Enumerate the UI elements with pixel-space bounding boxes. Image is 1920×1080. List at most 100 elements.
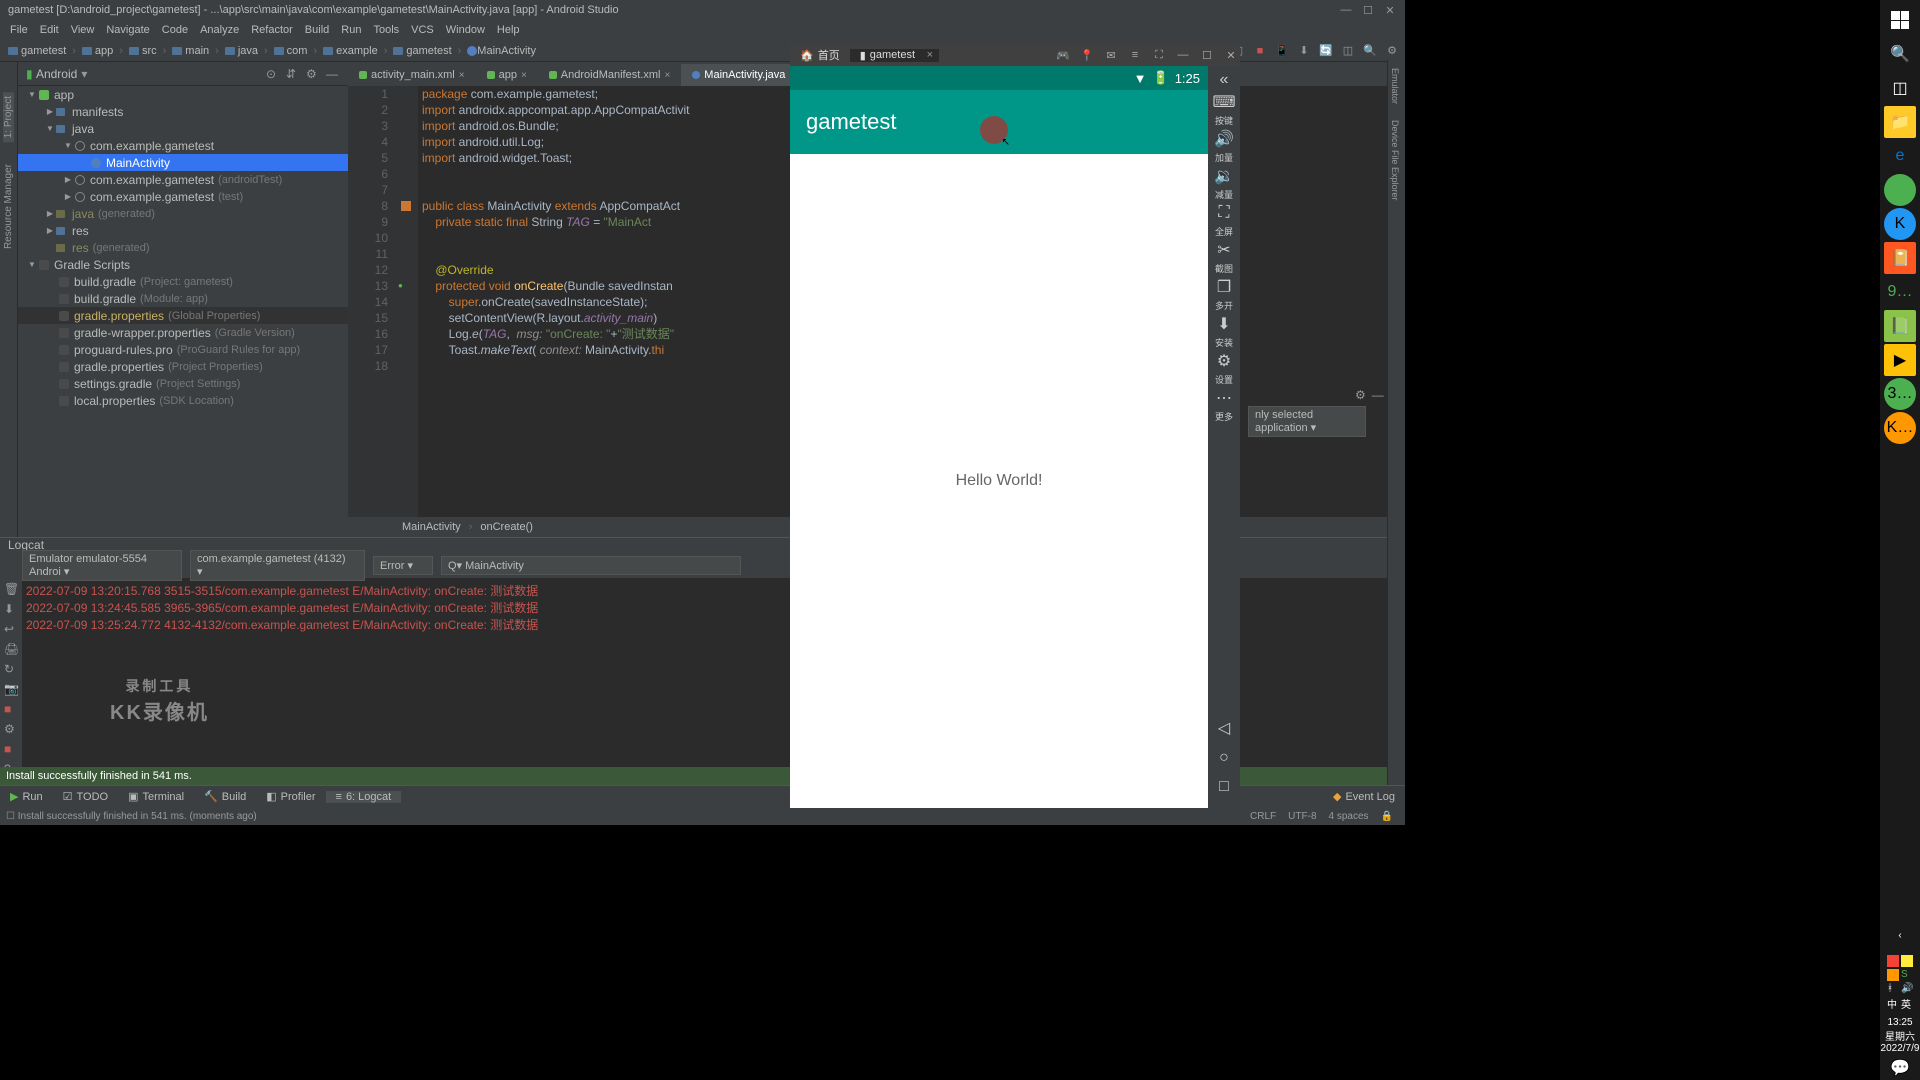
- keys-button[interactable]: ⌨按键: [1210, 92, 1238, 127]
- tree-gradle[interactable]: ▼Gradle Scripts: [18, 256, 348, 273]
- build-tab[interactable]: 🔨 Build: [194, 790, 256, 803]
- run-tab[interactable]: ▶Run: [0, 790, 53, 803]
- app-icon[interactable]: 9…: [1884, 276, 1916, 308]
- menu-tools[interactable]: Tools: [367, 24, 405, 36]
- tree-res-gen[interactable]: res(generated): [18, 239, 348, 256]
- tray-icon[interactable]: 英: [1901, 996, 1913, 1011]
- app-icon[interactable]: K: [1884, 208, 1916, 240]
- tree-file[interactable]: gradle.properties(Global Properties): [18, 307, 348, 324]
- menu-help[interactable]: Help: [491, 24, 526, 36]
- filter-icon[interactable]: ⚙: [4, 722, 18, 736]
- todo-tab[interactable]: ☑ TODO: [53, 790, 118, 803]
- logcat-tab[interactable]: ≡ 6: Logcat: [326, 791, 402, 803]
- install-button[interactable]: ⬇安装: [1210, 314, 1238, 349]
- menu-window[interactable]: Window: [440, 24, 491, 36]
- record-icon[interactable]: ■: [4, 702, 18, 716]
- minimize-icon[interactable]: —: [1174, 46, 1192, 64]
- emulator-home-tab[interactable]: 🏠 首页: [790, 47, 850, 63]
- tree-java-gen[interactable]: ▶java(generated): [18, 205, 348, 222]
- gear-icon[interactable]: ⚙: [1355, 388, 1366, 402]
- tray-icon[interactable]: [1887, 969, 1899, 981]
- editor-tab-active[interactable]: MainActivity.java×: [681, 64, 806, 86]
- emulator-tool-button[interactable]: Emulator: [1388, 62, 1402, 112]
- task-view-icon[interactable]: ◫: [1884, 72, 1916, 104]
- tree-file[interactable]: build.gradle(Module: app): [18, 290, 348, 307]
- sync-icon[interactable]: 🔄: [1319, 44, 1333, 58]
- menu-analyze[interactable]: Analyze: [194, 24, 245, 36]
- tree-file[interactable]: local.properties(SDK Location): [18, 392, 348, 409]
- multi-button[interactable]: ❐多开: [1210, 277, 1238, 312]
- indent[interactable]: 4 spaces: [1323, 811, 1375, 822]
- structure-icon[interactable]: ◫: [1341, 44, 1355, 58]
- settings-button[interactable]: ⚙设置: [1210, 351, 1238, 386]
- notifications-icon[interactable]: 💬: [1884, 1058, 1916, 1078]
- app-icon[interactable]: 3…: [1884, 378, 1916, 410]
- tree-file[interactable]: gradle-wrapper.properties(Gradle Version…: [18, 324, 348, 341]
- app-icon[interactable]: 📔: [1884, 242, 1916, 274]
- recent-button[interactable]: □: [1219, 778, 1229, 796]
- editor-tab[interactable]: app×: [476, 64, 538, 86]
- menu-refactor[interactable]: Refactor: [245, 24, 299, 36]
- screenshot-button[interactable]: ✂截图: [1210, 240, 1238, 275]
- tray-icon[interactable]: [1887, 955, 1899, 967]
- menu-build[interactable]: Build: [299, 24, 335, 36]
- avd-icon[interactable]: 📱: [1275, 44, 1289, 58]
- restart-icon[interactable]: ↻: [4, 662, 18, 676]
- maximize-button[interactable]: ☐: [1361, 3, 1375, 17]
- scroll-icon[interactable]: ⬇: [4, 602, 18, 616]
- gamepad-icon[interactable]: 🎮: [1054, 46, 1072, 64]
- editor-tab[interactable]: AndroidManifest.xml×: [538, 64, 682, 86]
- emulator-app-tab[interactable]: ▮ gametest×: [850, 49, 939, 62]
- app-icon[interactable]: K…: [1884, 412, 1916, 444]
- volume-down-button[interactable]: 🔉减量: [1210, 166, 1238, 201]
- app-icon[interactable]: [1884, 174, 1916, 206]
- menu-code[interactable]: Code: [156, 24, 194, 36]
- hide-icon[interactable]: —: [326, 67, 340, 81]
- tree-pkg[interactable]: ▶com.example.gametest(androidTest): [18, 171, 348, 188]
- mail-icon[interactable]: ✉: [1102, 46, 1120, 64]
- tray-icon[interactable]: 🔊: [1901, 983, 1913, 994]
- stop-icon[interactable]: ■: [4, 742, 18, 756]
- location-icon[interactable]: 📍: [1078, 46, 1096, 64]
- tree-app[interactable]: ▼app: [18, 86, 348, 103]
- menu-view[interactable]: View: [65, 24, 101, 36]
- nav-class[interactable]: MainActivity: [402, 521, 461, 533]
- tree-manifests[interactable]: ▶manifests: [18, 103, 348, 120]
- device-file-explorer-button[interactable]: Device File Explorer: [1388, 112, 1402, 209]
- gear-icon[interactable]: ⚙: [306, 67, 320, 81]
- app-icon[interactable]: 📗: [1884, 310, 1916, 342]
- tree-pkg[interactable]: ▶com.example.gametest(test): [18, 188, 348, 205]
- project-view-label[interactable]: Android: [36, 67, 77, 81]
- start-button[interactable]: [1884, 4, 1916, 36]
- tree-file[interactable]: settings.gradle(Project Settings): [18, 375, 348, 392]
- minimize-button[interactable]: —: [1339, 3, 1353, 17]
- encoding[interactable]: UTF-8: [1282, 811, 1322, 822]
- terminal-tab[interactable]: ▣ Terminal: [118, 790, 194, 803]
- chevron-left-icon[interactable]: «: [1210, 70, 1238, 90]
- explorer-icon[interactable]: 📁: [1884, 106, 1916, 138]
- search-icon[interactable]: 🔍: [1884, 38, 1916, 70]
- editor-tab[interactable]: activity_main.xml×: [348, 64, 476, 86]
- zoom-icon[interactable]: ⛶: [1150, 46, 1168, 64]
- back-button[interactable]: ◁: [1218, 718, 1230, 738]
- tree-file[interactable]: gradle.properties(Project Properties): [18, 358, 348, 375]
- menu-run[interactable]: Run: [335, 24, 367, 36]
- nav-method[interactable]: onCreate(): [480, 521, 533, 533]
- tree-file[interactable]: build.gradle(Project: gametest): [18, 273, 348, 290]
- tree-main-activity[interactable]: MainActivity: [18, 154, 348, 171]
- emulator-screen[interactable]: ▼ 🔋 1:25 gametest ↖ Hello World!: [790, 66, 1208, 808]
- volume-up-button[interactable]: 🔊加量: [1210, 129, 1238, 164]
- menu-vcs[interactable]: VCS: [405, 24, 440, 36]
- menu-edit[interactable]: Edit: [34, 24, 65, 36]
- sdk-icon[interactable]: ⬇: [1297, 44, 1311, 58]
- event-log-tab[interactable]: ◆ Event Log: [1323, 790, 1405, 803]
- filter-dropdown[interactable]: nly selected application ▾: [1248, 406, 1366, 437]
- tree-res[interactable]: ▶res: [18, 222, 348, 239]
- wrap-icon[interactable]: ↩: [4, 622, 18, 636]
- fullscreen-button[interactable]: ⛶全屏: [1210, 203, 1238, 238]
- project-tool-button[interactable]: 1: Project: [3, 92, 14, 142]
- home-button[interactable]: ○: [1219, 749, 1229, 767]
- tray-icon[interactable]: ᚼ: [1887, 983, 1899, 994]
- close-icon[interactable]: ✕: [1222, 46, 1240, 64]
- menu-file[interactable]: File: [4, 24, 34, 36]
